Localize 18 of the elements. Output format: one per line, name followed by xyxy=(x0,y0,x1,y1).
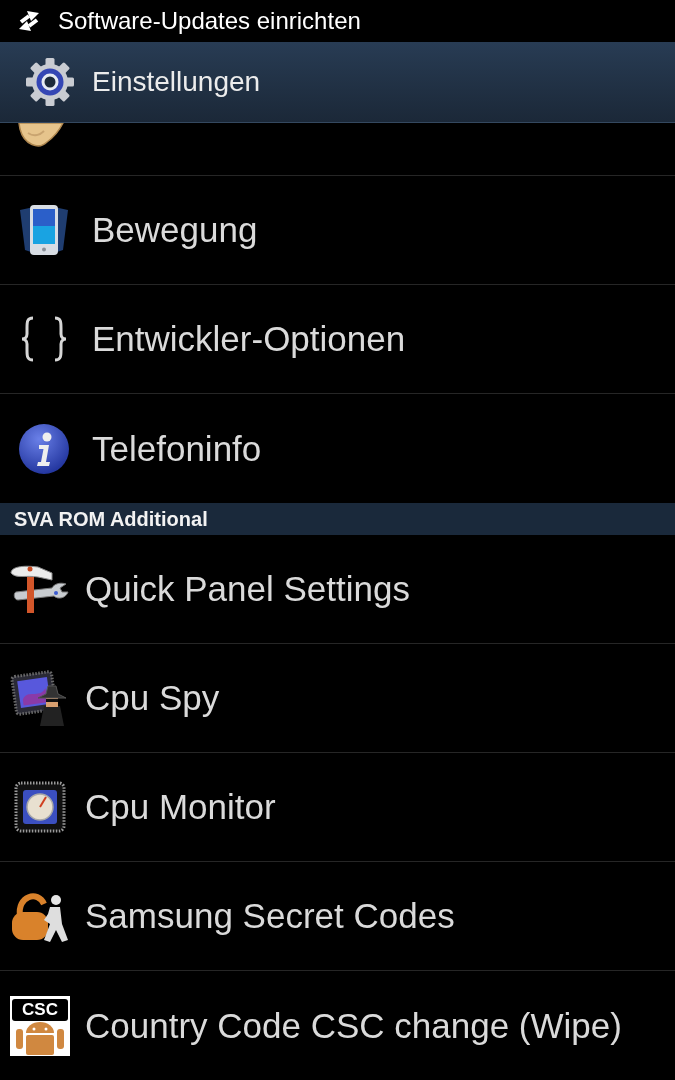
screen-title: Einstellungen xyxy=(92,65,261,99)
settings-item-label[interactable]: Cpu Monitor xyxy=(85,786,276,828)
hand-icon xyxy=(18,123,64,149)
settings-item-label[interactable]: Telefoninfo xyxy=(92,427,262,470)
phone-icon xyxy=(18,204,70,256)
settings-item-label[interactable]: Entwickler-Optionen xyxy=(92,318,406,360)
hammer-wrench-icon xyxy=(8,563,70,615)
sync-icon xyxy=(18,10,40,32)
icon-label: CSC xyxy=(12,998,68,1021)
settings-item-label[interactable]: Country Code CSC change (Wipe) xyxy=(85,1004,622,1047)
info-icon xyxy=(18,422,70,475)
settings-item-label[interactable]: Quick Panel Settings xyxy=(85,568,410,610)
settings-item-label[interactable]: Cpu Spy xyxy=(85,677,220,719)
notification-text: Software-Updates einrichten xyxy=(58,7,361,35)
section-header: SVA ROM Additional xyxy=(0,503,675,535)
gear-icon xyxy=(26,58,74,106)
settings-item-label[interactable]: Samsung Secret Codes xyxy=(85,895,455,937)
settings-item-label[interactable]: Bewegung xyxy=(92,209,258,251)
